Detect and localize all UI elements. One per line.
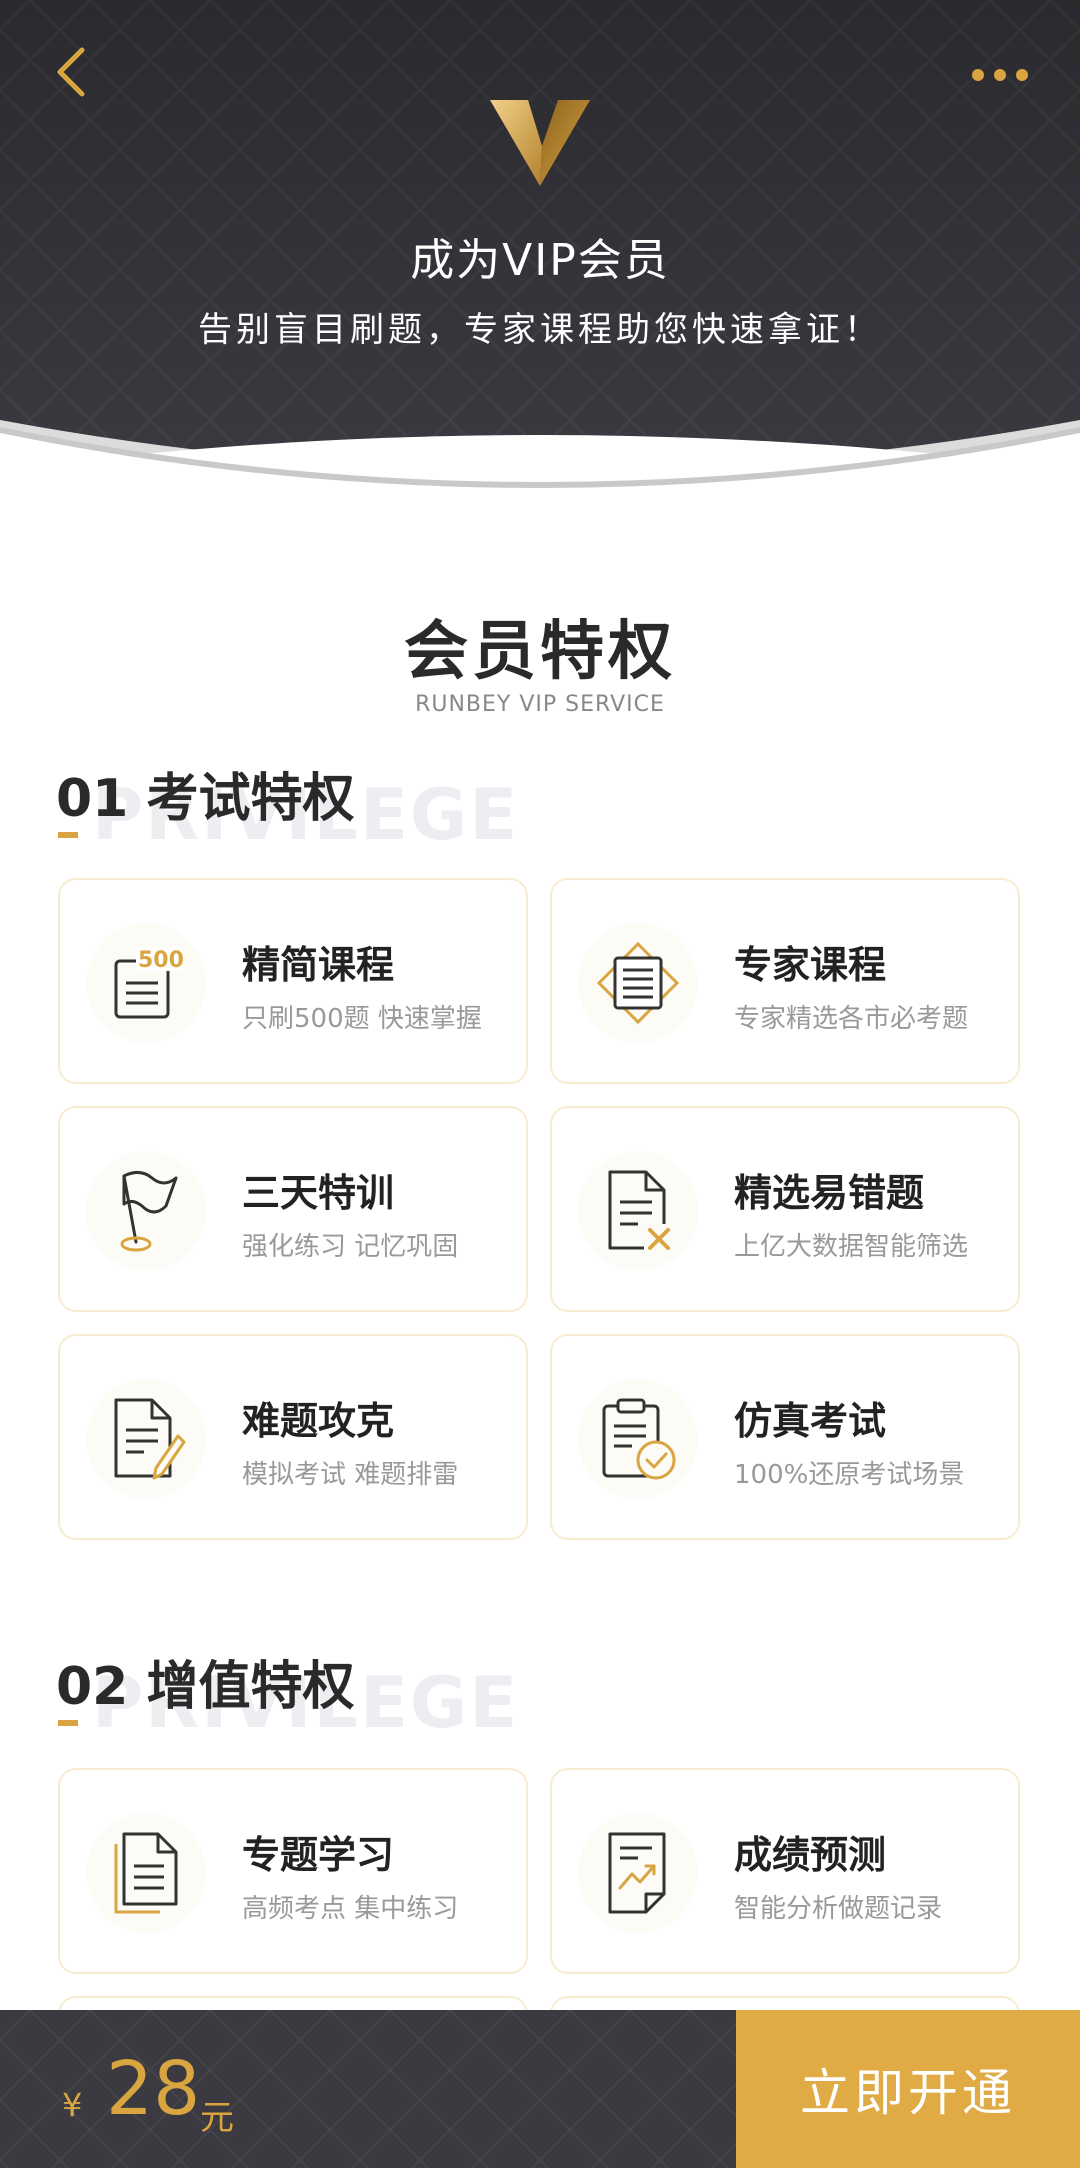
card-icon-bg [578,923,698,1043]
bottom-purchase-bar: ¥ 28 元 立即开通 [0,2010,1080,2168]
card-title: 专题学习 [242,1833,395,1877]
expert-doc-icon [596,941,680,1025]
privilege-card-topic-study[interactable]: 专题学习 高频考点 集中练习 [58,1768,528,1974]
privilege-card-expert-course[interactable]: 专家课程 专家精选各市必考题 [550,878,1020,1084]
back-button[interactable] [44,40,100,104]
card-title: 成绩预测 [734,1833,887,1877]
header-banner: 成为VIP会员 告别盲目刷题，专家课程助您快速拿证！ [0,0,1080,520]
flag-icon [120,1171,178,1252]
price-area: ¥ 28 元 [0,2010,736,2168]
privilege-card-three-day-training[interactable]: 三天特训 强化练习 记忆巩固 [58,1106,528,1312]
header-subtitle: 告别盲目刷题，专家课程助您快速拿证！ [198,310,882,350]
card-icon-bg [578,1813,698,1933]
card-icon-bg: 500 [86,923,206,1043]
card-title: 精选易错题 [734,1171,925,1215]
card-icon-bg [578,1151,698,1271]
dot-icon [1016,69,1028,81]
card-title: 仿真考试 [734,1399,887,1443]
card-icon-bg [578,1379,698,1499]
card-title: 专家课程 [734,943,887,987]
group-accent-bar [58,832,78,838]
doc-x-icon [608,1170,674,1252]
card-title: 难题攻克 [242,1399,395,1443]
group-title: 02 增值特权 [56,1657,355,1717]
card-description: 智能分析做题记录 [734,1894,943,1924]
stacked-doc-icon [114,1832,178,1914]
clipboard-check-icon [602,1398,676,1480]
section-title: 会员特权 [404,615,676,689]
privilege-card-score-prediction[interactable]: 成绩预测 智能分析做题记录 [550,1768,1020,1974]
card-description: 模拟考试 难题排雷 [242,1460,459,1490]
card-description: 上亿大数据智能筛选 [734,1232,969,1262]
card-description: 专家精选各市必考题 [734,1004,969,1034]
dot-icon [972,69,984,81]
vip-logo-icon [490,100,590,186]
privilege-card-error-prone[interactable]: 精选易错题 上亿大数据智能筛选 [550,1106,1020,1312]
card-description: 强化练习 记忆巩固 [242,1232,459,1262]
header-title: 成为VIP会员 [410,235,670,286]
dot-icon [994,69,1006,81]
trend-doc-icon [608,1832,666,1914]
activate-now-button[interactable]: 立即开通 [736,2010,1080,2168]
privilege-card-concise-course[interactable]: 500 精简课程 只刷500题 快速掌握 [58,878,528,1084]
section-subtitle: RUNBEY VIP SERVICE [415,692,665,717]
price-unit: 元 [200,2098,234,2138]
doc-pencil-icon [114,1398,186,1480]
price-value: 28 [106,2046,201,2132]
card-description: 高频考点 集中练习 [242,1894,459,1924]
privilege-card-mock-exam[interactable]: 仿真考试 100%还原考试场景 [550,1334,1020,1540]
chevron-left-icon [57,47,85,97]
card-description: 只刷500题 快速掌握 [242,1004,482,1034]
group-title: 01 考试特权 [56,769,355,829]
group-accent-bar [58,1720,78,1726]
more-button[interactable] [960,50,1040,100]
svg-text:500: 500 [138,948,184,973]
card-icon-bg [86,1151,206,1271]
card-title: 精简课程 [242,943,395,987]
card-description: 100%还原考试场景 [734,1460,965,1490]
card-icon-bg [86,1813,206,1933]
privilege-card-hard-questions[interactable]: 难题攻克 模拟考试 难题排雷 [58,1334,528,1540]
doc-500-icon: 500 [114,947,184,1019]
price-currency: ¥ [62,2086,83,2124]
card-icon-bg [86,1379,206,1499]
card-title: 三天特训 [242,1171,395,1215]
